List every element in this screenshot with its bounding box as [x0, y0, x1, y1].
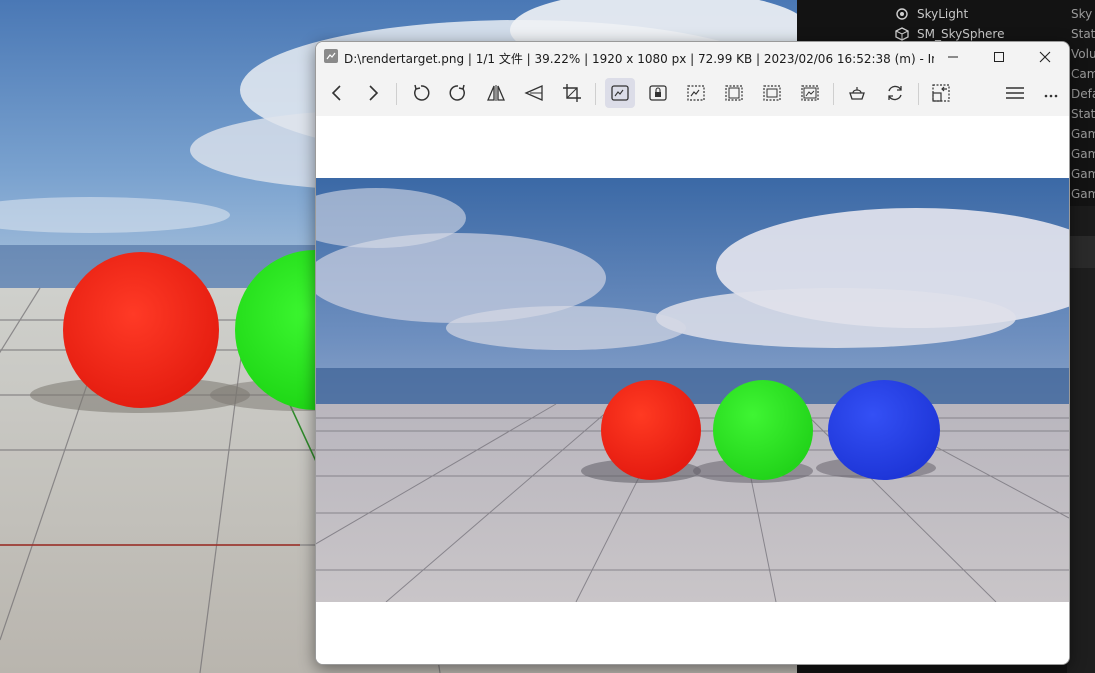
- more-icon: [1044, 94, 1058, 98]
- scale-to-width-button[interactable]: [681, 78, 711, 108]
- outliner-item-type: Gam: [1071, 127, 1095, 141]
- lock-zoom-icon: [649, 85, 667, 101]
- flip-vertical-icon: [524, 85, 543, 101]
- refresh-button[interactable]: [880, 78, 910, 108]
- outliner-item-name: SkyLight: [917, 7, 969, 21]
- maximize-icon: [994, 52, 1004, 62]
- scale-to-fit-button[interactable]: [757, 78, 787, 108]
- outliner-item-name: SM_SkySphere: [917, 27, 1005, 41]
- outliner-item-type: Gam: [1071, 167, 1095, 181]
- toolbar: [316, 72, 1069, 116]
- toolbar-separator: [595, 83, 596, 105]
- flip-horizontal-button[interactable]: [481, 78, 511, 108]
- auto-zoom-icon: [611, 85, 629, 101]
- minimize-icon: [948, 56, 958, 58]
- scale-to-fill-button[interactable]: [795, 78, 825, 108]
- auto-zoom-button[interactable]: [605, 78, 635, 108]
- toolbar-separator: [918, 83, 919, 105]
- skylight-icon: [895, 7, 909, 21]
- checkerboard-icon: [849, 87, 865, 100]
- lock-zoom-button[interactable]: [643, 78, 673, 108]
- outliner-item-type: Gam: [1071, 187, 1095, 201]
- rotate-right-icon: [449, 84, 465, 101]
- title-bar[interactable]: D:\rendertarget.png | 1/1 文件 | 39.22% | …: [316, 42, 1069, 72]
- scale-to-fill-icon: [801, 85, 819, 101]
- more-button[interactable]: [1036, 78, 1066, 108]
- scale-to-height-button[interactable]: [719, 78, 749, 108]
- forward-button[interactable]: [358, 78, 388, 108]
- scale-to-height-icon: [725, 85, 743, 101]
- set-as-desktop-button[interactable]: [926, 78, 956, 108]
- static-mesh-icon: [895, 27, 909, 41]
- back-icon: [331, 85, 341, 101]
- rendertarget-image: [316, 178, 1069, 602]
- scale-to-width-icon: [687, 85, 705, 101]
- rotate-left-button[interactable]: [406, 78, 436, 108]
- menu-icon: [1006, 87, 1024, 99]
- outliner-item-type: Stat: [1071, 107, 1095, 121]
- rotate-right-button[interactable]: [443, 78, 473, 108]
- flip-horizontal-icon: [487, 85, 505, 101]
- flip-vertical-button[interactable]: [519, 78, 549, 108]
- refresh-icon: [888, 85, 902, 101]
- minimize-button[interactable]: [930, 42, 976, 72]
- menu-button[interactable]: [1000, 78, 1030, 108]
- outliner-item-type: Volu: [1071, 47, 1095, 61]
- green-sphere: [713, 380, 813, 480]
- outliner-row[interactable]: SkyLight Sky: [797, 4, 1095, 24]
- crop-icon: [563, 84, 581, 102]
- rotate-left-icon: [414, 84, 430, 101]
- outliner-item-type: Gam: [1071, 147, 1095, 161]
- checkerboard-button[interactable]: [842, 78, 872, 108]
- scale-to-fit-icon: [763, 85, 781, 101]
- blue-sphere: [828, 380, 940, 480]
- image-viewer-window: D:\rendertarget.png | 1/1 文件 | 39.22% | …: [315, 41, 1070, 665]
- outliner-item-type: Cam: [1071, 67, 1095, 81]
- forward-icon: [369, 85, 379, 101]
- maximize-button[interactable]: [976, 42, 1022, 72]
- set-as-desktop-icon: [932, 84, 950, 102]
- app-icon: [324, 49, 338, 63]
- details-panel-strip: [1067, 268, 1095, 673]
- red-sphere: [601, 380, 701, 480]
- outliner-item-type: Sky: [1071, 7, 1093, 21]
- close-button[interactable]: [1022, 42, 1068, 72]
- outliner-item-type: Stat: [1071, 27, 1095, 41]
- outliner-item-type: Defa: [1071, 87, 1095, 101]
- toolbar-separator: [833, 83, 834, 105]
- image-canvas[interactable]: [316, 116, 1069, 664]
- toolbar-separator: [396, 83, 397, 105]
- crop-button[interactable]: [557, 78, 587, 108]
- window-title: D:\rendertarget.png | 1/1 文件 | 39.22% | …: [344, 52, 934, 66]
- close-icon: [1039, 51, 1051, 63]
- back-button[interactable]: [322, 78, 352, 108]
